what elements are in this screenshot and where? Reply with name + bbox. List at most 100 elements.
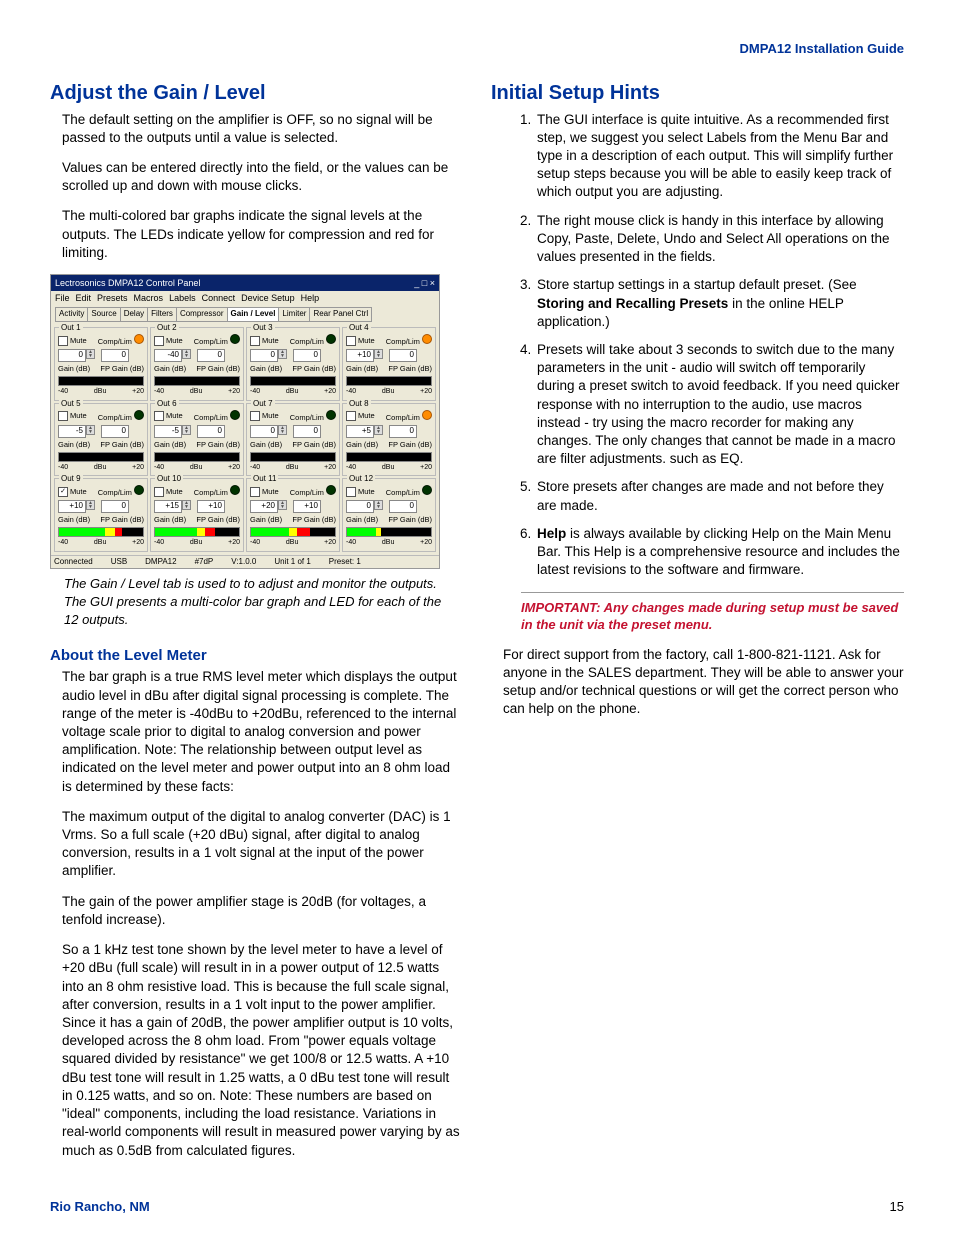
menu-file[interactable]: File — [55, 293, 70, 303]
gain-field[interactable]: 0▲▼ — [250, 425, 287, 438]
tab-filters[interactable]: Filters — [147, 307, 177, 322]
output-panel-3: Out 3MuteComp/Lim 0▲▼0Gain (dB)FP Gain (… — [246, 327, 340, 400]
mute-checkbox[interactable]: Mute — [250, 336, 279, 346]
hint-item-2: The right mouse click is handy in this i… — [535, 212, 904, 267]
menu-labels[interactable]: Labels — [169, 293, 196, 303]
level-meter — [58, 452, 144, 462]
app-screenshot: Lectrosonics DMPA12 Control Panel _ □ × … — [50, 274, 440, 569]
gain-label: Gain (dB) — [346, 515, 378, 525]
gain-field[interactable]: 0▲▼ — [346, 500, 383, 513]
mute-checkbox[interactable]: Mute — [58, 336, 87, 346]
gain-field[interactable]: -40▲▼ — [154, 349, 191, 362]
menu-macros[interactable]: Macros — [134, 293, 164, 303]
complim-indicator: Comp/Lim — [290, 410, 336, 423]
fpgain-field[interactable]: 0 — [101, 500, 129, 513]
mute-checkbox[interactable]: Mute — [154, 411, 183, 421]
window-controls[interactable]: _ □ × — [414, 277, 435, 289]
complim-indicator: Comp/Lim — [194, 410, 240, 423]
gain-label: Gain (dB) — [154, 364, 186, 374]
output-panel-8: Out 8MuteComp/Lim +5▲▼0Gain (dB)FP Gain … — [342, 403, 436, 476]
para-about-3: The gain of the power amplifier stage is… — [62, 893, 463, 929]
tab-activity[interactable]: Activity — [55, 307, 88, 322]
gain-label: Gain (dB) — [154, 440, 186, 450]
fpgain-label: FP Gain (dB) — [100, 440, 144, 450]
tab-source[interactable]: Source — [87, 307, 120, 322]
complim-led-icon — [422, 334, 432, 344]
fpgain-field[interactable]: 0 — [101, 425, 129, 438]
fpgain-field[interactable]: 0 — [101, 349, 129, 362]
level-meter — [154, 376, 240, 386]
tab-limiter[interactable]: Limiter — [278, 307, 310, 322]
menu-edit[interactable]: Edit — [76, 293, 92, 303]
mute-checkbox[interactable]: Mute — [154, 487, 183, 497]
complim-led-icon — [230, 410, 240, 420]
gain-label: Gain (dB) — [58, 364, 90, 374]
gain-field[interactable]: 0▲▼ — [58, 349, 95, 362]
fpgain-field[interactable]: +10 — [197, 500, 225, 513]
window-titlebar: Lectrosonics DMPA12 Control Panel _ □ × — [51, 275, 439, 291]
output-label: Out 7 — [251, 399, 275, 410]
fpgain-field[interactable]: 0 — [389, 425, 417, 438]
level-meter — [250, 527, 336, 537]
gain-field[interactable]: +5▲▼ — [346, 425, 383, 438]
hint-item-5: Store presets after changes are made and… — [535, 478, 904, 514]
menu-device-setup[interactable]: Device Setup — [241, 293, 295, 303]
gain-label: Gain (dB) — [154, 515, 186, 525]
right-column: Initial Setup Hints The GUI interface is… — [491, 80, 904, 1172]
level-meter — [250, 376, 336, 386]
level-meter — [58, 527, 144, 537]
meter-ticks: -40dBu+20 — [58, 387, 144, 396]
left-column: Adjust the Gain / Level The default sett… — [50, 80, 463, 1172]
menu-presets[interactable]: Presets — [97, 293, 128, 303]
output-panel-9: Out 9✓MuteComp/Lim +10▲▼0Gain (dB)FP Gai… — [54, 478, 148, 551]
fpgain-field[interactable]: 0 — [293, 425, 321, 438]
gain-field[interactable]: -5▲▼ — [154, 425, 191, 438]
complim-led-icon — [230, 334, 240, 344]
meter-ticks: -40dBu+20 — [154, 463, 240, 472]
mute-checkbox[interactable]: Mute — [58, 411, 87, 421]
fpgain-label: FP Gain (dB) — [292, 515, 336, 525]
tab-row[interactable]: ActivitySourceDelayFiltersCompressorGain… — [51, 305, 439, 324]
output-panel-6: Out 6MuteComp/Lim -5▲▼0Gain (dB)FP Gain … — [150, 403, 244, 476]
output-panel-7: Out 7MuteComp/Lim 0▲▼0Gain (dB)FP Gain (… — [246, 403, 340, 476]
menu-connect[interactable]: Connect — [202, 293, 236, 303]
tab-rear-panel-ctrl[interactable]: Rear Panel Ctrl — [309, 307, 372, 322]
complim-indicator: Comp/Lim — [386, 334, 432, 347]
fpgain-field[interactable]: +10 — [293, 500, 321, 513]
fpgain-field[interactable]: 0 — [389, 349, 417, 362]
fpgain-field[interactable]: 0 — [197, 349, 225, 362]
level-meter — [58, 376, 144, 386]
heading-initial-setup: Initial Setup Hints — [491, 80, 904, 107]
complim-indicator: Comp/Lim — [194, 334, 240, 347]
mute-checkbox[interactable]: Mute — [346, 487, 375, 497]
tab-delay[interactable]: Delay — [120, 307, 148, 322]
mute-checkbox[interactable]: Mute — [250, 411, 279, 421]
gain-field[interactable]: +15▲▼ — [154, 500, 191, 513]
gain-label: Gain (dB) — [346, 364, 378, 374]
gain-label: Gain (dB) — [346, 440, 378, 450]
menu-help[interactable]: Help — [301, 293, 320, 303]
tab-compressor[interactable]: Compressor — [176, 307, 228, 322]
mute-checkbox[interactable]: Mute — [250, 487, 279, 497]
level-meter — [154, 452, 240, 462]
gain-label: Gain (dB) — [250, 515, 282, 525]
menu-bar[interactable]: File Edit Presets Macros Labels Connect Device… — [51, 291, 439, 305]
mute-checkbox[interactable]: Mute — [346, 336, 375, 346]
fpgain-field[interactable]: 0 — [293, 349, 321, 362]
para-adjust-1: The default setting on the amplifier is … — [62, 111, 463, 147]
mute-checkbox[interactable]: Mute — [346, 411, 375, 421]
mute-checkbox[interactable]: ✓Mute — [58, 487, 87, 497]
page-header-title: DMPA12 Installation Guide — [50, 40, 904, 58]
gain-field[interactable]: +20▲▼ — [250, 500, 287, 513]
meter-ticks: -40dBu+20 — [58, 463, 144, 472]
fpgain-field[interactable]: 0 — [197, 425, 225, 438]
gain-field[interactable]: 0▲▼ — [250, 349, 287, 362]
complim-led-icon — [326, 485, 336, 495]
gain-field[interactable]: +10▲▼ — [346, 349, 383, 362]
tab-gain-level[interactable]: Gain / Level — [227, 307, 280, 322]
mute-checkbox[interactable]: Mute — [154, 336, 183, 346]
gain-field[interactable]: -5▲▼ — [58, 425, 95, 438]
gain-field[interactable]: +10▲▼ — [58, 500, 95, 513]
fpgain-field[interactable]: 0 — [389, 500, 417, 513]
complim-led-icon — [230, 485, 240, 495]
